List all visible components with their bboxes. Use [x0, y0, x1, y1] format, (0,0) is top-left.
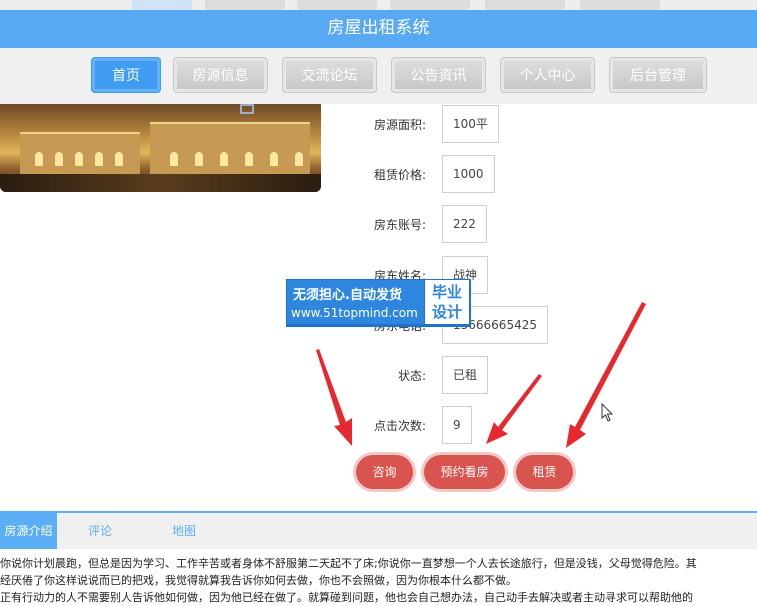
description-line: 正有行动力的人不需要别人告诉他如何做，因为他已经在做了。就算碰到问题，他也会自己…	[0, 591, 693, 604]
field-value-clicks: 9	[442, 406, 472, 444]
photo-building	[150, 122, 310, 174]
ghost-tab	[580, 0, 660, 10]
field-label: 房东账号:	[373, 218, 426, 232]
tab-map[interactable]: 地图	[156, 513, 212, 549]
watermark-side: 毕业 设计	[425, 280, 469, 324]
detail-tabs: 房源介绍 评论 地图	[0, 511, 757, 549]
nav-listings[interactable]: 房源信息	[173, 57, 268, 93]
tab-comments[interactable]: 评论	[72, 513, 128, 549]
nav-admin[interactable]: 后台管理	[609, 57, 707, 93]
arrow-icon	[566, 302, 646, 448]
watermark: 无须担心.自动发货 www.51topmind.com 毕业 设计	[286, 279, 471, 327]
ghost-tab	[205, 0, 285, 10]
site-title: 房屋出租系统	[327, 18, 430, 38]
arrow-icon	[486, 374, 542, 444]
photo-window	[245, 152, 253, 166]
tab-listing-intro[interactable]: 房源介绍	[0, 513, 57, 549]
field-value-status: 已租	[442, 356, 489, 394]
ghost-tab	[132, 0, 192, 10]
nav-personal-center[interactable]: 个人中心	[500, 57, 595, 93]
description-line: 你说你计划晨跑，但总是因为学习、工作辛苦或者身体不舒服第二天起不了床;你说你一直…	[0, 557, 697, 570]
photo-window	[95, 152, 103, 166]
listing-description: 你说你计划晨跑，但总是因为学习、工作辛苦或者身体不舒服第二天起不了床;你说你一直…	[0, 555, 757, 606]
watermark-side-bottom: 设计	[431, 303, 462, 321]
nav-forum[interactable]: 交流论坛	[282, 57, 377, 93]
field-label: 房源面积:	[373, 118, 426, 132]
ghost-tab	[485, 0, 565, 10]
watermark-line2: www.51topmind.com	[291, 306, 418, 320]
nav-announcements[interactable]: 公告资讯	[391, 57, 486, 93]
nav-home[interactable]: 首页	[91, 57, 161, 93]
rent-button[interactable]: 租赁	[516, 455, 573, 489]
field-label: 租赁价格:	[373, 168, 426, 182]
photo-window	[295, 152, 303, 166]
field-value-price: 1000	[442, 155, 495, 193]
watermark-side-top: 毕业	[431, 283, 462, 301]
photo-window	[195, 152, 203, 166]
main-nav: 首页 房源信息 交流论坛 公告资讯 个人中心 后台管理	[0, 48, 757, 104]
hotel-logo-icon	[240, 104, 254, 114]
mouse-cursor-icon	[601, 403, 614, 422]
field-value-landlord-account: 222	[442, 205, 487, 243]
description-line: 经厌倦了你这样说说而已的把戏，我觉得就算我告诉你如何去做，你也不会照做，因为你根…	[0, 574, 517, 587]
consult-button[interactable]: 咨询	[356, 455, 413, 489]
ghost-tab	[390, 0, 470, 10]
field-value-area: 100平	[442, 105, 499, 143]
listing-photo	[0, 104, 321, 192]
watermark-line1: 无须担心.自动发货	[293, 288, 402, 303]
photo-window	[75, 152, 83, 166]
photo-road	[0, 174, 321, 192]
site-title-bar: 房屋出租系统	[0, 10, 757, 48]
photo-window	[55, 152, 63, 166]
photo-window	[35, 152, 43, 166]
top-strip	[0, 0, 757, 10]
ghost-tab	[297, 0, 377, 10]
photo-window	[115, 152, 123, 166]
photo-window	[170, 152, 178, 166]
photo-window	[220, 152, 228, 166]
watermark-left: 无须担心.自动发货 www.51topmind.com	[287, 280, 424, 324]
photo-window	[270, 152, 278, 166]
book-viewing-button[interactable]: 预约看房	[424, 455, 505, 489]
arrow-icon	[316, 349, 352, 446]
